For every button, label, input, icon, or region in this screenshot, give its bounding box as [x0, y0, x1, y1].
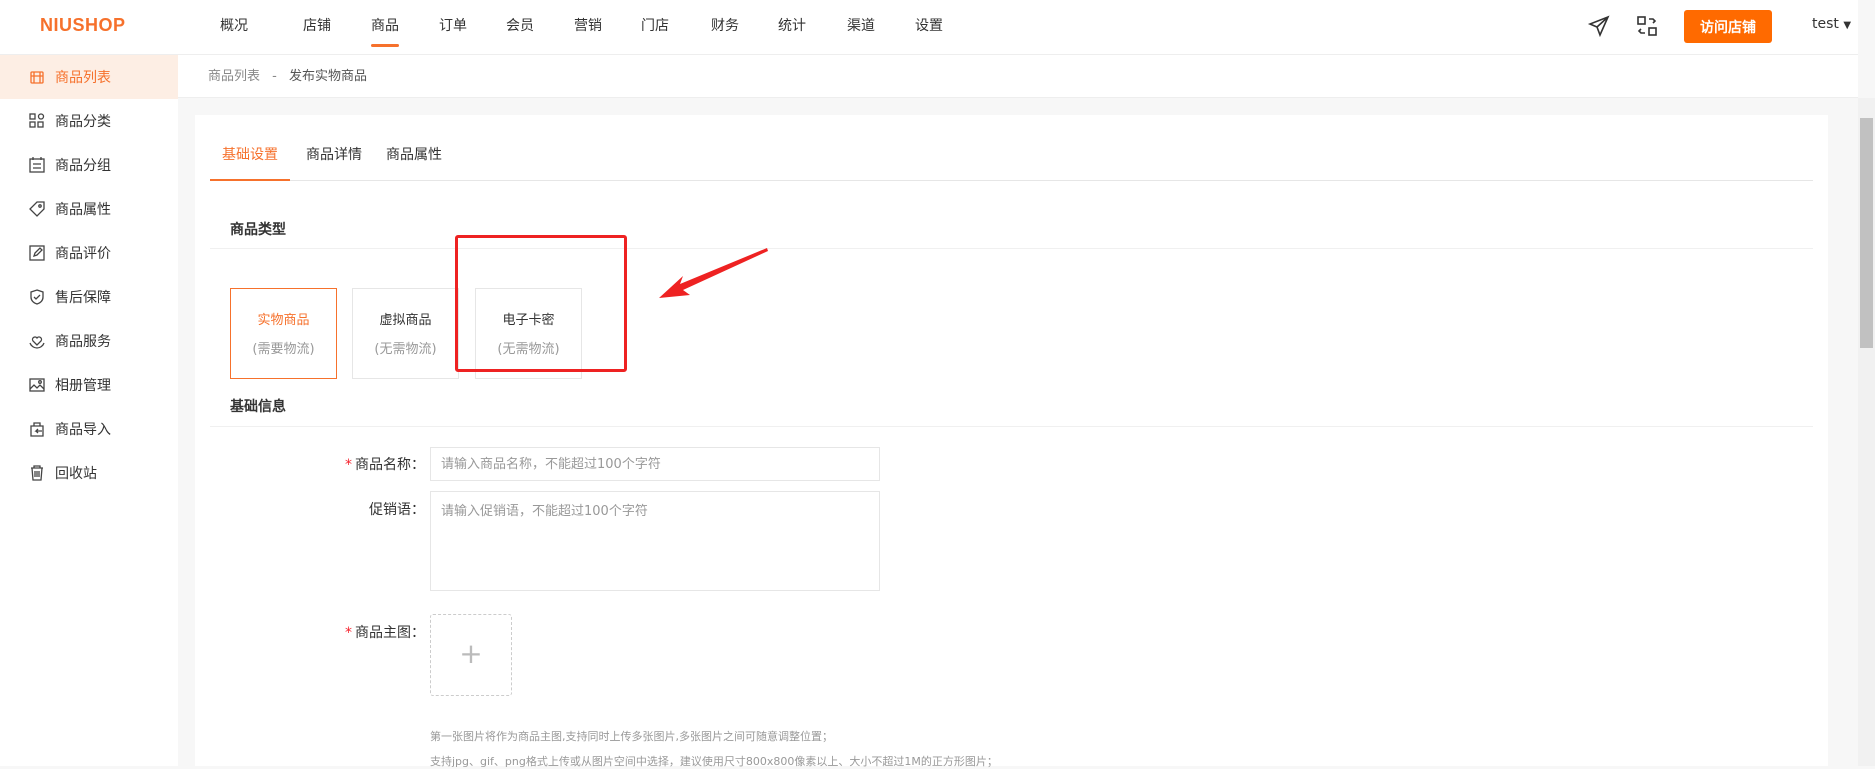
plus-icon: +	[459, 637, 483, 670]
group-icon	[29, 157, 45, 173]
breadcrumb-current: 发布实物商品	[289, 69, 368, 84]
caret-down-icon: ▼	[1843, 20, 1852, 31]
sidebar-item-label: 回收站	[55, 466, 97, 482]
divider	[210, 248, 1813, 249]
required-mark: *	[345, 625, 352, 641]
main-image-label: * 商品主图：	[225, 622, 425, 642]
label-text: 商品名称：	[355, 457, 425, 473]
visit-store-button[interactable]: 访问店铺	[1684, 10, 1772, 43]
goods-list-icon	[30, 71, 44, 84]
sidebar-item[interactable]: 商品属性	[0, 187, 178, 231]
breadcrumb: 商品列表 - 发布实物商品	[178, 55, 1858, 98]
sidebar-item[interactable]: 商品服务	[0, 319, 178, 363]
nav-item[interactable]: 概况	[220, 0, 248, 55]
sidebar-item[interactable]: 商品评价	[0, 231, 178, 275]
help-text: 第一张图片将作为商品主图,支持同时上传多张图片,多张图片之间可随意调整位置；	[430, 730, 833, 743]
goods-name-input[interactable]	[430, 447, 880, 481]
nav-item[interactable]: 设置	[915, 0, 943, 55]
promo-textarea[interactable]	[430, 491, 880, 591]
annotation-highlight-box	[455, 235, 627, 372]
scrollbar-thumb[interactable]	[1860, 118, 1873, 348]
sidebar-item-label: 售后保障	[55, 290, 111, 306]
tabs: 基础设置 商品详情 商品属性	[210, 145, 1813, 181]
nav-item[interactable]: 订单	[439, 0, 467, 55]
shield-icon	[30, 289, 44, 305]
label-text: 商品主图：	[355, 625, 425, 641]
nav-item[interactable]: 渠道	[847, 0, 875, 55]
sidebar-item-label: 商品服务	[55, 334, 111, 350]
sidebar-item-label: 商品分类	[55, 114, 111, 130]
nav-item[interactable]: 门店	[641, 0, 669, 55]
sidebar-item-label: 商品属性	[55, 202, 111, 218]
promo-label: 促销语：	[369, 502, 425, 518]
sidebar-item[interactable]: 相册管理	[0, 363, 178, 407]
send-icon[interactable]	[1587, 14, 1611, 38]
heart-hand-icon	[29, 336, 45, 349]
nav-item[interactable]: 统计	[778, 0, 806, 55]
sidebar-item[interactable]: 回收站	[0, 451, 178, 495]
type-name: 实物商品	[257, 313, 310, 328]
sidebar-item[interactable]: 商品列表	[0, 55, 178, 99]
tag-icon	[29, 201, 45, 217]
switch-icon[interactable]	[1635, 14, 1659, 38]
nav-item[interactable]: 财务	[711, 0, 739, 55]
tab-goods-detail[interactable]: 商品详情	[306, 145, 362, 181]
nav-item[interactable]: 商品	[371, 0, 399, 55]
image-icon	[29, 378, 45, 392]
type-physical[interactable]: 实物商品 (需要物流)	[230, 288, 337, 379]
type-note: (无需物流)	[374, 342, 437, 357]
import-icon	[30, 422, 44, 437]
type-note: (需要物流)	[252, 342, 315, 357]
breadcrumb-separator: -	[272, 69, 277, 84]
tab-goods-attributes[interactable]: 商品属性	[386, 145, 442, 181]
nav-item[interactable]: 营销	[574, 0, 602, 55]
sidebar: 商品列表商品分类商品分组商品属性商品评价售后保障商品服务相册管理商品导入回收站	[0, 55, 178, 766]
basic-info-heading: 基础信息	[230, 399, 286, 415]
sidebar-item[interactable]: 商品导入	[0, 407, 178, 451]
username: test	[1812, 16, 1839, 32]
top-bar: NIUSHOP 概况 店铺 商品 订单 会员 营销 门店 财务 统计 渠道 设置 访问店铺 test…	[0, 0, 1858, 55]
sidebar-item-label: 相册管理	[55, 378, 111, 394]
type-virtual[interactable]: 虚拟商品 (无需物流)	[352, 288, 459, 379]
sidebar-item[interactable]: 商品分类	[0, 99, 178, 143]
annotation-arrow-icon	[659, 248, 768, 298]
sidebar-item-label: 商品分组	[55, 158, 111, 174]
nav-item[interactable]: 会员	[506, 0, 534, 55]
sidebar-item-label: 商品评价	[55, 246, 111, 262]
divider	[210, 426, 1813, 427]
user-menu[interactable]: test ▼	[1812, 16, 1851, 32]
breadcrumb-parent[interactable]: 商品列表	[208, 69, 260, 84]
sidebar-item-label: 商品列表	[55, 70, 111, 86]
trash-icon	[31, 465, 43, 481]
sidebar-item[interactable]: 售后保障	[0, 275, 178, 319]
goods-type-heading: 商品类型	[230, 222, 286, 238]
tab-basic-settings[interactable]: 基础设置	[210, 145, 290, 181]
type-name: 虚拟商品	[379, 313, 432, 328]
nav-item[interactable]: 店铺	[303, 0, 331, 55]
content-card: 基础设置 商品详情 商品属性 商品类型 实物商品 (需要物流) 虚拟商品 (无需物流…	[195, 115, 1828, 768]
edit-icon	[29, 245, 45, 261]
scrollbar[interactable]	[1858, 98, 1875, 766]
logo: NIUSHOP	[40, 15, 126, 35]
upload-image-button[interactable]: +	[430, 614, 512, 696]
category-icon	[29, 113, 45, 128]
sidebar-item[interactable]: 商品分组	[0, 143, 178, 187]
sidebar-item-label: 商品导入	[55, 422, 111, 438]
help-text: 支持jpg、gif、png格式上传或从图片空间中选择，建议使用尺寸800x800…	[430, 755, 998, 768]
required-mark: *	[345, 457, 352, 473]
goods-name-label: * 商品名称：	[225, 454, 425, 474]
